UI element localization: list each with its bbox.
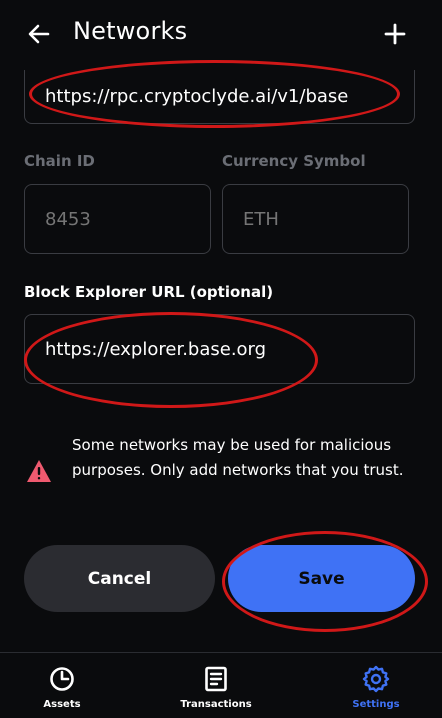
nav-item-assets[interactable]: Assets xyxy=(22,653,102,718)
nav-item-transactions[interactable]: Transactions xyxy=(166,653,266,718)
page-title: Networks xyxy=(73,17,188,45)
nav-label-assets: Assets xyxy=(43,699,81,710)
chain-id-label: Chain ID xyxy=(24,152,95,170)
nav-label-transactions: Transactions xyxy=(180,699,252,710)
currency-symbol-field[interactable] xyxy=(222,184,409,254)
nav-item-settings[interactable]: Settings xyxy=(336,653,416,718)
save-button[interactable]: Save xyxy=(228,545,415,612)
plus-icon xyxy=(384,23,406,45)
bottom-navigation: Assets Transactions Settings xyxy=(0,652,442,718)
warning-triangle-icon xyxy=(27,460,51,482)
nav-label-settings: Settings xyxy=(352,699,400,710)
header: Networks xyxy=(0,0,442,70)
block-explorer-field[interactable] xyxy=(24,314,415,384)
currency-symbol-input[interactable] xyxy=(243,208,408,230)
gear-icon xyxy=(362,665,390,693)
arrow-left-icon xyxy=(28,24,50,44)
block-explorer-input[interactable] xyxy=(45,338,414,360)
add-network-button[interactable] xyxy=(378,17,412,51)
rpc-url-input[interactable] xyxy=(45,86,414,107)
pie-chart-icon xyxy=(48,665,76,693)
chain-id-field[interactable] xyxy=(24,184,211,254)
chain-id-input[interactable] xyxy=(45,208,210,230)
back-button[interactable] xyxy=(22,18,56,50)
warning-text: Some networks may be used for malicious … xyxy=(72,436,404,479)
currency-symbol-label: Currency Symbol xyxy=(222,152,366,170)
warning-notice: Some networks may be used for malicious … xyxy=(24,433,419,508)
cancel-button[interactable]: Cancel xyxy=(24,545,215,612)
block-explorer-label: Block Explorer URL (optional) xyxy=(24,283,274,301)
document-icon xyxy=(202,665,230,693)
